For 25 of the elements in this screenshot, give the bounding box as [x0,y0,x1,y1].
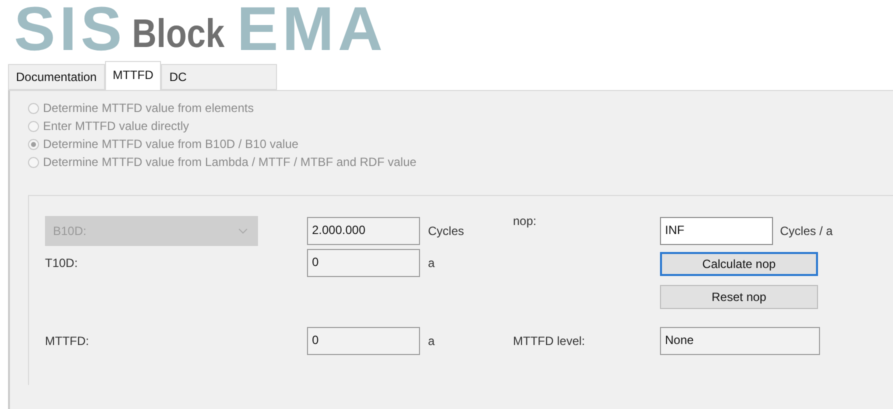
logo-text: SIS [14,0,126,60]
unit-label: Cycles [427,224,466,238]
action-button[interactable]: Reset nop [660,285,818,309]
mttfd-level-label: MTTFD level: [513,334,586,348]
t10d-field[interactable]: 0 [307,249,420,277]
chevron-down-icon [238,228,248,234]
unit-label: a [427,256,436,270]
option-label: Determine MTTFD value from elements [43,101,254,115]
block-title: Block [132,11,225,58]
tab[interactable]: DC [161,64,278,90]
action-button[interactable]: Calculate nop [660,252,818,276]
logo-text: EMA [236,0,387,60]
nop-field[interactable]: INF [660,217,773,245]
tab[interactable]: MTTFD [104,61,162,90]
option-label: Enter MTTFD value directly [43,119,190,133]
option-label: Determine MTTFD value from B10D / B10 value [43,137,298,151]
unit-label: a [427,334,436,348]
nop-label: nop: [513,214,538,228]
mttfd-field[interactable]: 0 [307,327,420,355]
option-label: Determine MTTFD value from Lambda / MTTF / MTBF and RDF value [43,155,416,169]
tab[interactable]: Documentation [8,64,105,90]
unit-label: Cycles / a [779,224,834,238]
t10d-label: T10D: [45,256,79,270]
mttfd-label: MTTFD: [45,334,90,348]
mttfd-level-field[interactable]: None [660,327,820,355]
